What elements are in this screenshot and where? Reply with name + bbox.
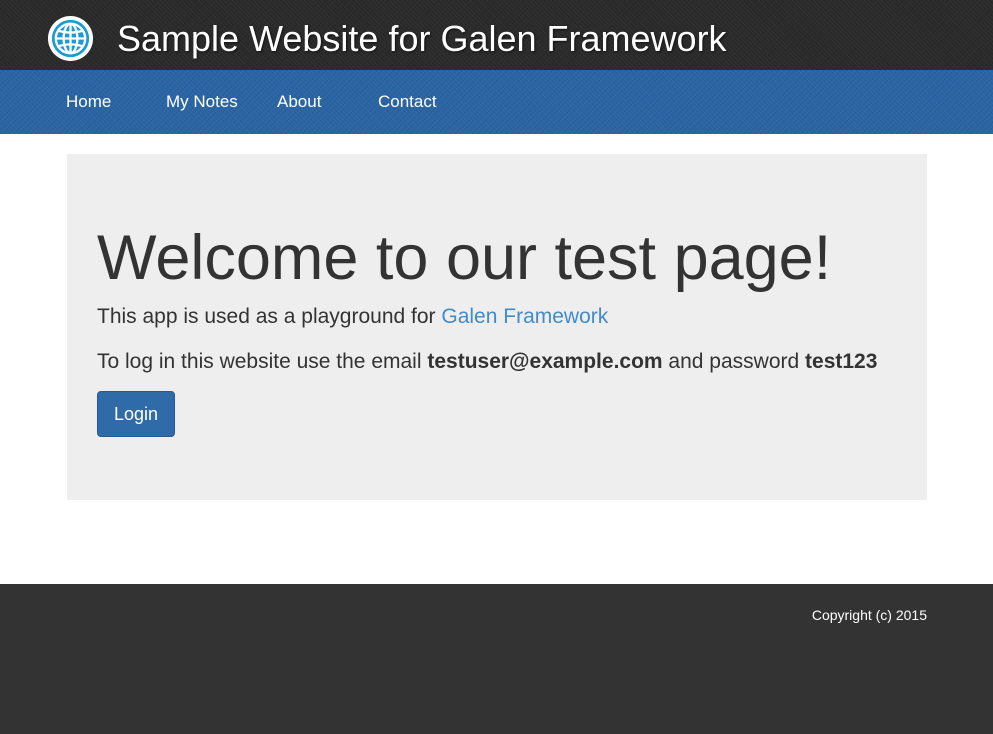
intro-text: This app is used as a playground for Gal… <box>97 304 608 330</box>
login-password: test123 <box>805 350 878 373</box>
creds-prefix: To log in this website use the email <box>97 350 428 373</box>
galen-framework-link[interactable]: Galen Framework <box>441 305 608 328</box>
login-button[interactable]: Login <box>97 391 175 437</box>
copyright-text: Copyright (c) 2015 <box>811 607 927 623</box>
globe-icon[interactable] <box>47 15 94 62</box>
nav-item-contact[interactable]: Contact <box>378 70 437 134</box>
site-footer: Copyright (c) 2015 <box>0 584 993 734</box>
login-email: testuser@example.com <box>427 350 663 373</box>
site-header: Sample Website for Galen Framework <box>0 0 993 70</box>
intro-prefix: This app is used as a playground for <box>97 305 442 328</box>
page-title: Welcome to our test page! <box>97 223 832 293</box>
nav-item-home[interactable]: Home <box>66 70 111 134</box>
credentials-text: To log in this website use the email tes… <box>97 349 877 375</box>
main-nav: Home My Notes About Contact <box>0 70 993 134</box>
welcome-panel: Welcome to our test page! This app is us… <box>67 154 927 500</box>
nav-item-about[interactable]: About <box>277 70 321 134</box>
nav-item-my-notes[interactable]: My Notes <box>166 70 238 134</box>
site-title: Sample Website for Galen Framework <box>117 18 727 59</box>
creds-middle: and password <box>662 350 806 373</box>
